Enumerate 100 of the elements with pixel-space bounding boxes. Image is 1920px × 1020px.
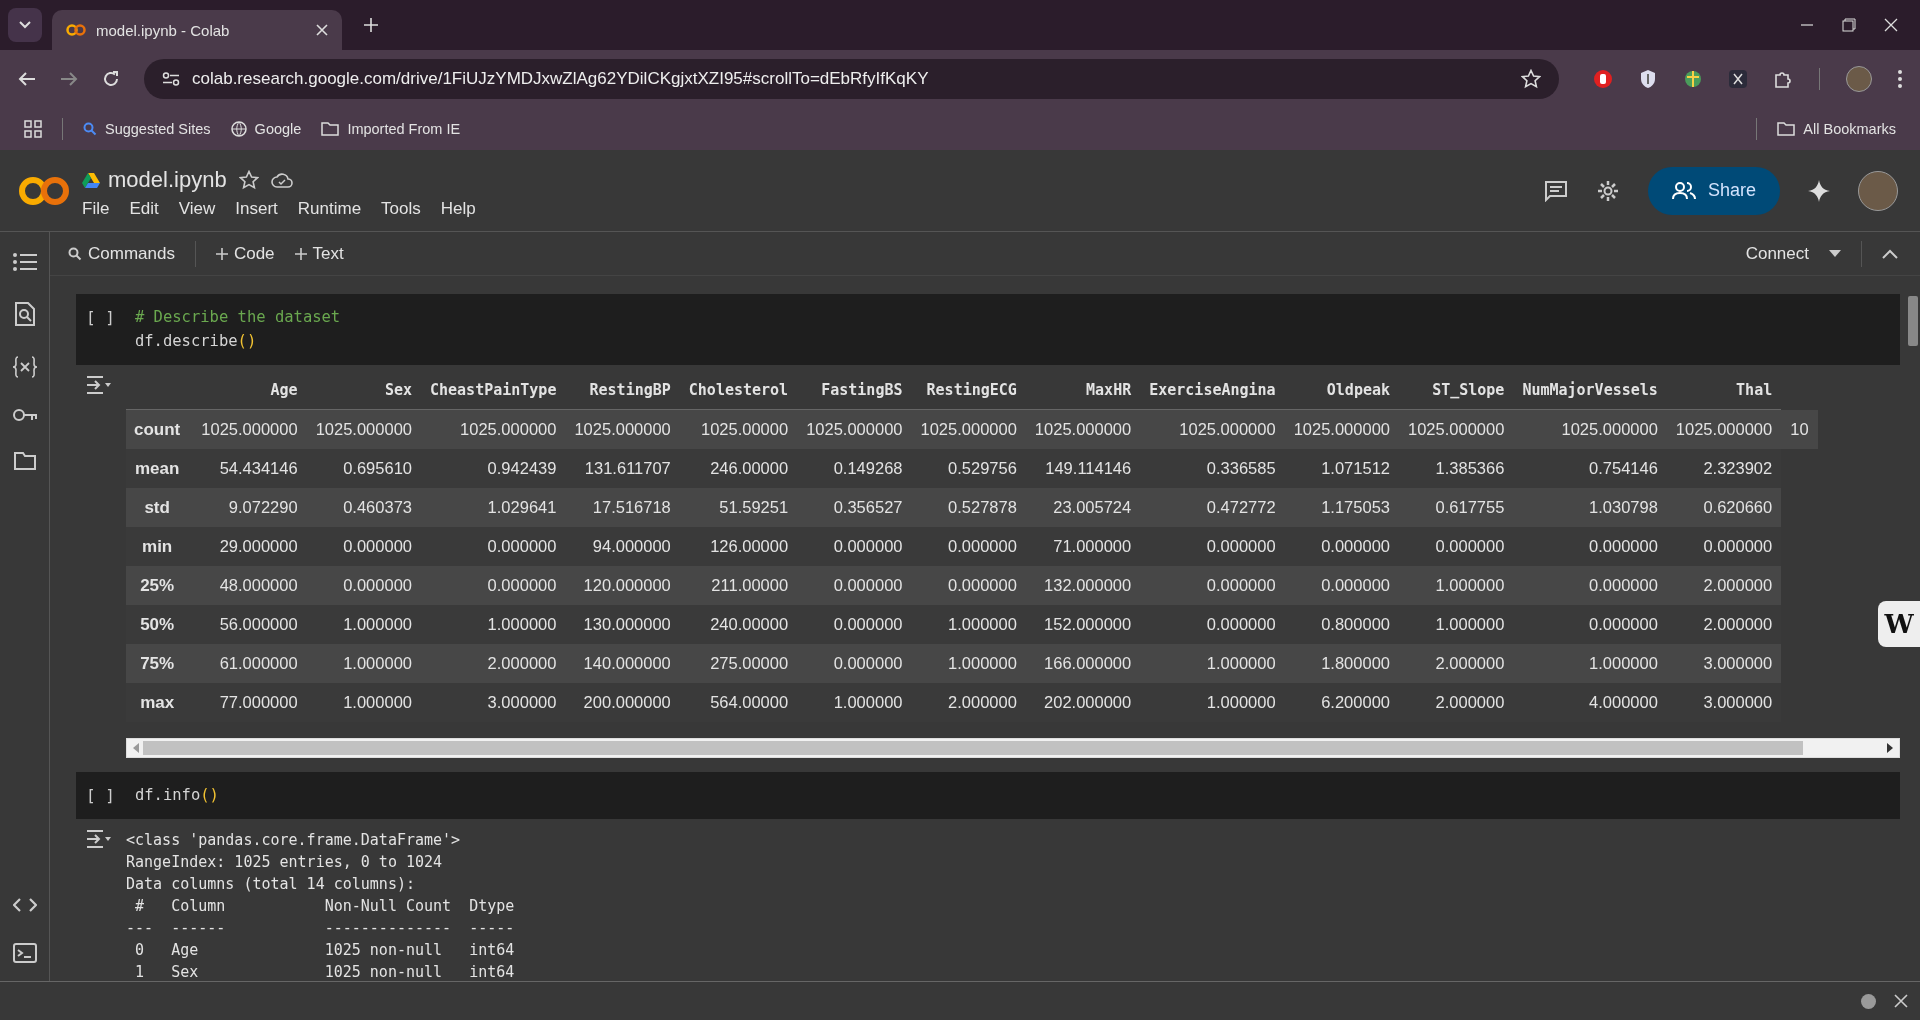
table-cell: 0.000000 [1666,527,1782,566]
output-toggle-icon[interactable] [86,375,112,395]
table-cell: 0.460373 [306,488,421,527]
vertical-scrollbar[interactable] [1907,296,1918,346]
code-cell[interactable]: [ ] # Describe the dataset df.describe() [76,294,1900,365]
key-icon[interactable] [11,408,38,422]
table-cell: 1.000000 [421,605,566,644]
table-cell: 0.000000 [1284,527,1399,566]
table-cell: 1025.000000 [306,409,421,449]
table-cell: 0.000000 [797,644,912,683]
plus-icon [294,247,307,260]
menu-item[interactable]: Edit [129,198,159,219]
menu-item[interactable]: Tools [381,198,421,219]
floating-widget-button[interactable]: W [1878,601,1920,647]
menu-item[interactable]: Help [440,198,476,219]
share-button[interactable]: Share [1647,166,1780,215]
shield-icon[interactable] [1639,69,1657,89]
close-icon[interactable] [316,24,328,36]
table-cell: 1025.000000 [1399,409,1514,449]
output-line: Data columns (total 14 columns): [126,874,416,895]
table-cell: 2.000000 [1666,605,1782,644]
connect-button[interactable]: Connect [1745,243,1809,264]
star-icon[interactable] [1521,69,1541,89]
back-arrow-icon[interactable] [18,71,36,87]
notebook-title[interactable]: model.ipynb [108,166,227,193]
bookmark-link[interactable]: Google [230,121,302,137]
output-line: 1 Sex 1025 non-null int64 [134,962,515,981]
code-brackets-icon[interactable] [12,897,37,913]
menu-item[interactable]: Runtime [297,198,362,219]
table-cell: 0.000000 [911,527,1026,566]
column-header: NumMajorVessels [1513,373,1667,410]
table-cell: 0.000000 [1513,527,1667,566]
run-indicator[interactable]: [ ] [86,308,115,353]
people-icon [1671,181,1696,200]
table-cell: 2.000000 [421,644,566,683]
bookmark-link[interactable]: Imported From IE [321,121,461,137]
table-cell: 1.385366 [1399,449,1514,488]
commands-button[interactable]: Commands [68,243,175,264]
table-cell: 0.754146 [1513,449,1667,488]
horizontal-scrollbar[interactable] [126,738,1900,758]
row-label: 25% [126,566,193,605]
forward-arrow-icon[interactable] [60,71,78,87]
menu-item[interactable]: View [178,198,216,219]
x-logo-icon[interactable] [1729,70,1747,88]
add-code-button[interactable]: Code [215,243,275,264]
folder-icon[interactable] [13,452,36,470]
menu-item[interactable]: Insert [235,198,278,219]
puzzle-icon[interactable] [1773,69,1793,89]
menu-item[interactable]: File [82,198,110,219]
table-cell: 3.000000 [1666,644,1782,683]
table-cell: 2.000000 [1399,644,1514,683]
all-bookmarks-link[interactable]: All Bookmarks [1777,121,1896,137]
caret-icon[interactable] [1829,250,1841,257]
table-cell: 0.529756 [911,449,1026,488]
column-header: RestingBP [565,373,680,410]
table-cell: 120.000000 [565,566,680,605]
table-cell: 6.200000 [1284,683,1399,722]
table-cell: 54.434146 [192,449,307,488]
table-cell: 1.175053 [1284,488,1399,527]
variables-icon[interactable] [11,356,38,378]
table-of-contents-icon[interactable] [12,252,37,272]
table-cell: 0.000000 [1513,566,1667,605]
sparkle-icon[interactable] [1808,179,1830,202]
close-icon[interactable] [1884,18,1898,32]
close-icon[interactable] [1894,994,1908,1008]
restore-icon[interactable] [1842,18,1856,32]
table-cell: 17.516718 [565,488,680,527]
cloud-check-icon[interactable] [270,171,293,188]
table-cell: 1025.000000 [797,409,912,449]
address-field[interactable]: colab.research.google.com/drive/1FiUJzYMDJxwZlAg62YDilCKgjxtXZI95#scrollTo=dEbRfyIfKqKY [144,59,1559,99]
right-arrow-icon[interactable] [1887,743,1893,753]
column-header: Sex [306,373,421,410]
browser-tab[interactable]: model.ipynb - Colab [52,10,342,50]
comment-icon[interactable] [1543,179,1568,202]
table-cell: 1025.000000 [911,409,1026,449]
star-icon[interactable] [238,169,259,190]
colab-logo-icon[interactable] [18,174,70,207]
output-toggle-icon[interactable] [86,829,112,849]
apps-grid-icon[interactable] [24,120,42,138]
bookmark-link[interactable]: Suggested Sites [83,121,211,137]
table-cell: 0.942439 [421,449,566,488]
code-cell[interactable]: [ ] df.info() [76,772,1900,819]
tab-search-button[interactable] [8,8,42,42]
reload-icon[interactable] [102,70,120,88]
find-icon[interactable] [13,302,36,326]
site-settings-icon[interactable] [162,72,180,86]
run-indicator[interactable]: [ ] [86,786,115,807]
new-tab-icon[interactable] [364,18,378,32]
more-vertical-icon[interactable] [1898,70,1902,88]
add-text-button[interactable]: Text [294,243,344,264]
table-cell: 48.000000 [192,566,307,605]
table-cell: 0.356527 [797,488,912,527]
row-label: 75% [126,644,193,683]
collapse-icon[interactable] [1882,248,1898,259]
profile-avatar[interactable] [1858,170,1898,211]
table-cell: 71.000000 [1025,527,1141,566]
table-cell: 200.000000 [565,683,680,722]
terminal-icon[interactable] [12,943,37,963]
profile-avatar[interactable] [1846,66,1872,92]
table-cell: 1025.000000 [1284,409,1399,449]
